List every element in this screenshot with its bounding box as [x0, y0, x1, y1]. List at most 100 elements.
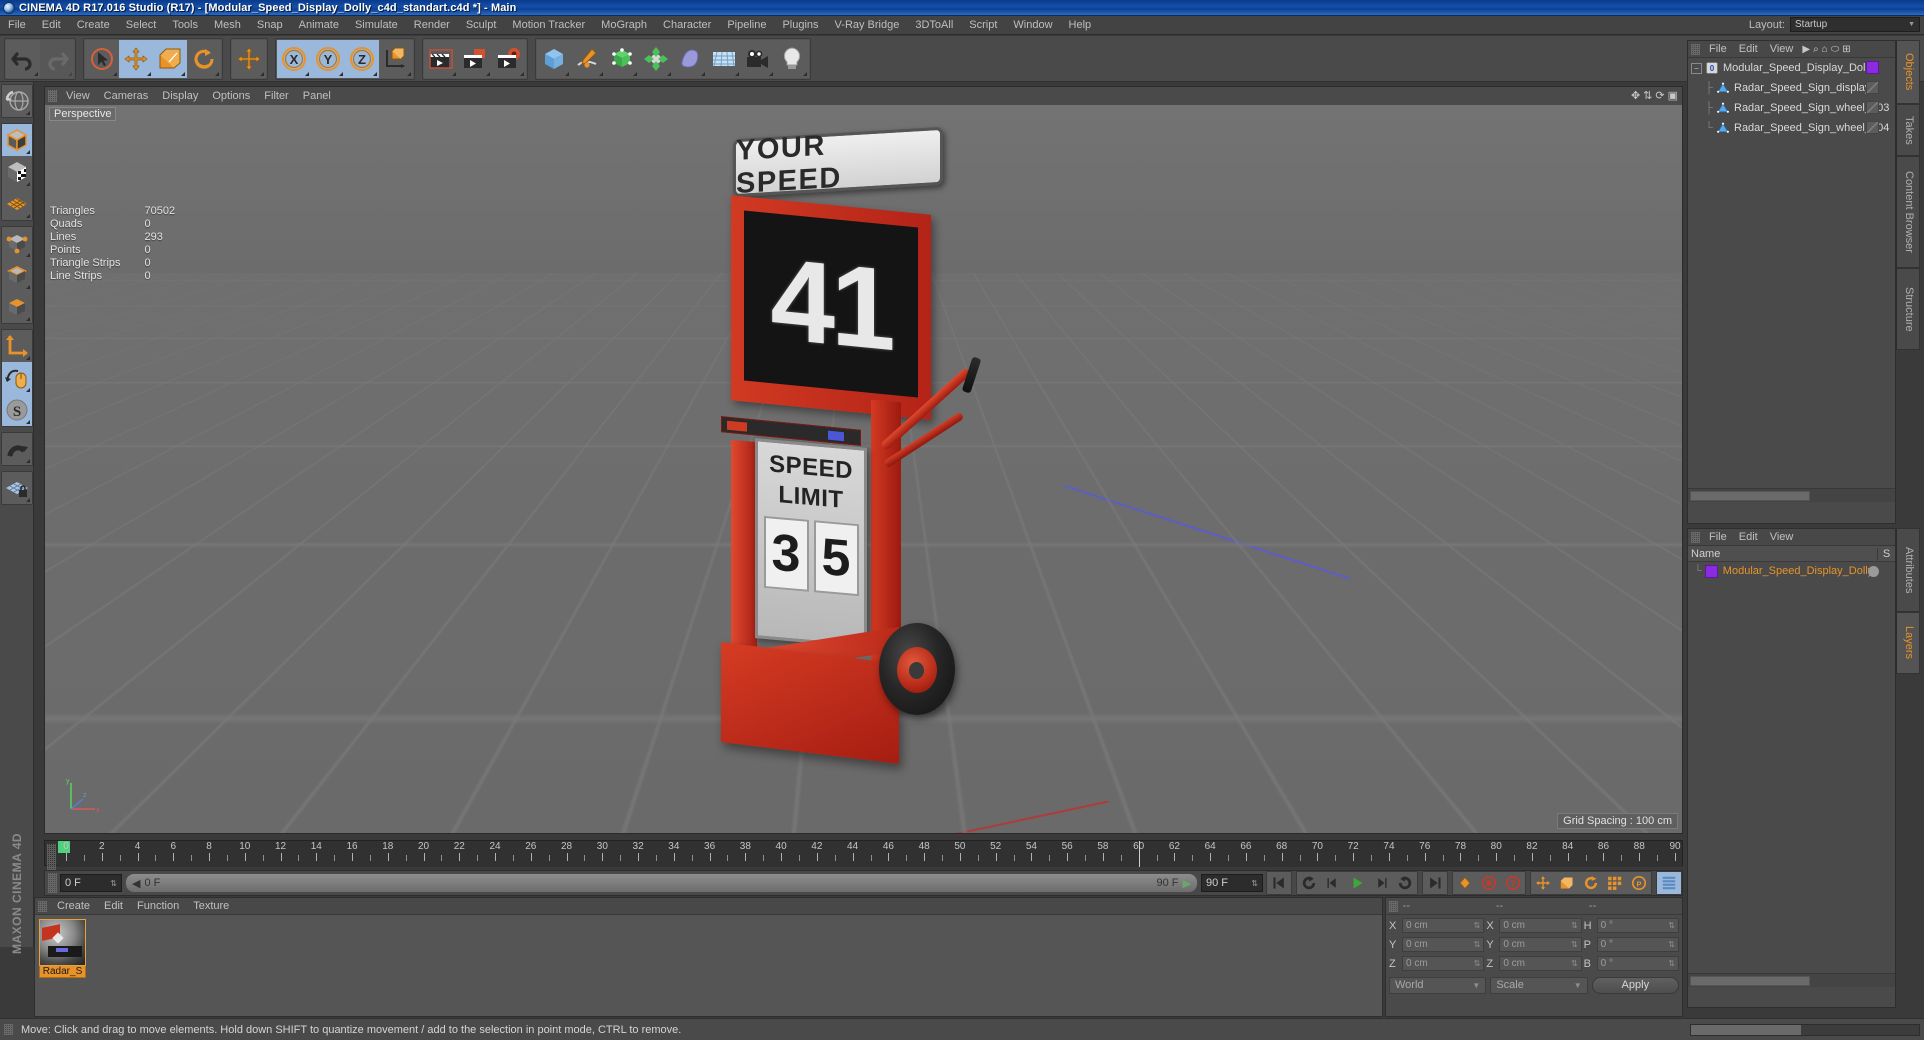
panel-grip-icon[interactable]: [48, 90, 57, 102]
scrollbar-thumb[interactable]: [1690, 490, 1810, 501]
layer-menu-file[interactable]: File: [1703, 530, 1733, 544]
layer-row[interactable]: └ Modular_Speed_Display_Dolly: [1688, 562, 1895, 580]
modeling-axis-tool[interactable]: [232, 39, 266, 78]
spinner-icon[interactable]: ⇅: [1668, 959, 1675, 968]
dropdown-corner-icon[interactable]: [215, 71, 219, 76]
object-row[interactable]: −0 Modular_Speed_Display_Dolly: [1688, 58, 1895, 78]
object-tag-chip[interactable]: [1866, 81, 1879, 94]
menu-sculpt[interactable]: Sculpt: [458, 17, 505, 33]
viewport-undo-button[interactable]: [1, 85, 32, 117]
timeline-options-button[interactable]: [1657, 872, 1681, 894]
layer-manager-body[interactable]: └ Modular_Speed_Display_Dolly: [1688, 562, 1895, 987]
panel-grip-icon[interactable]: [1389, 900, 1398, 912]
dropdown-corner-icon[interactable]: [701, 71, 705, 76]
viewport-menu-options[interactable]: Options: [205, 89, 257, 103]
add-deformer-button[interactable]: [639, 39, 673, 78]
material-name[interactable]: Radar_S: [39, 965, 86, 978]
material-menu-texture[interactable]: Texture: [186, 899, 236, 913]
panel-grip-icon[interactable]: [1691, 43, 1700, 55]
step-forward-button[interactable]: [1369, 872, 1393, 894]
undo-button[interactable]: [6, 39, 40, 78]
material-chip[interactable]: Radar_S: [39, 919, 86, 978]
dropdown-corner-icon[interactable]: [25, 388, 30, 392]
model-mode-button[interactable]: [1, 124, 32, 156]
menu-plugins[interactable]: Plugins: [774, 17, 826, 33]
material-menu-function[interactable]: Function: [130, 899, 186, 913]
timeline-ruler[interactable]: 0 2 4 6 8 10 12 14 16 18 20 22 24 26 28 30 32 34 36 38 40 42 4…: [44, 840, 1683, 870]
menu-character[interactable]: Character: [655, 17, 719, 33]
go-to-start-button[interactable]: [1267, 872, 1291, 894]
world-object-toggle[interactable]: [379, 39, 413, 78]
dropdown-corner-icon[interactable]: [735, 71, 739, 76]
position-key-button[interactable]: [1531, 872, 1555, 894]
menu-edit[interactable]: Edit: [34, 17, 69, 33]
dropdown-corner-icon[interactable]: [25, 253, 30, 257]
x-axis-lock[interactable]: X: [277, 39, 311, 78]
dropdown-corner-icon[interactable]: [113, 71, 117, 76]
add-scene-object-button[interactable]: [673, 39, 707, 78]
panel-grip-icon[interactable]: [38, 900, 47, 912]
move-tool[interactable]: [119, 39, 153, 78]
menu-pipeline[interactable]: Pipeline: [719, 17, 774, 33]
dropdown-corner-icon[interactable]: [25, 498, 30, 502]
keyframe-selection-button[interactable]: ?: [1501, 872, 1525, 894]
play-button[interactable]: [1345, 872, 1369, 894]
menu-mograph[interactable]: MoGraph: [593, 17, 655, 33]
points-mode-button[interactable]: [1, 227, 32, 259]
spinner-icon[interactable]: ⇅: [1571, 959, 1578, 968]
add-light-button[interactable]: [775, 39, 809, 78]
tab-attributes[interactable]: Attributes: [1896, 528, 1920, 612]
object-row[interactable]: ├ Radar_Speed_Sign_display: [1688, 78, 1895, 98]
z-axis-lock[interactable]: Z: [345, 39, 379, 78]
timeline-playhead[interactable]: [1138, 841, 1140, 867]
pan-icon[interactable]: ✥: [1631, 89, 1640, 102]
add-camera-button[interactable]: [741, 39, 775, 78]
spinner-icon[interactable]: ⇅: [110, 879, 117, 888]
size-y-field[interactable]: 0 cm ⇅: [1499, 937, 1582, 952]
menu-v-ray-bridge[interactable]: V-Ray Bridge: [827, 17, 908, 33]
dropdown-corner-icon[interactable]: [68, 71, 72, 76]
spinner-icon[interactable]: ⇅: [1474, 921, 1481, 930]
dropdown-corner-icon[interactable]: [147, 71, 151, 76]
dropdown-corner-icon[interactable]: [260, 71, 264, 76]
menu-simulate[interactable]: Simulate: [347, 17, 406, 33]
soft-selection-button[interactable]: S: [1, 394, 32, 426]
add-cube-button[interactable]: [537, 39, 571, 78]
dropdown-corner-icon[interactable]: [599, 71, 603, 76]
axis-mode-button[interactable]: [1, 330, 32, 362]
position-y-field[interactable]: 0 cm ⇅: [1402, 937, 1485, 952]
add-spline-button[interactable]: [571, 39, 605, 78]
enable-axis-button[interactable]: [1, 362, 32, 394]
layout-dropdown[interactable]: Startup ▼: [1790, 17, 1920, 32]
render-view-button[interactable]: [424, 39, 458, 78]
step-back-button[interactable]: [1321, 872, 1345, 894]
material-menu-create[interactable]: Create: [50, 899, 97, 913]
dropdown-corner-icon[interactable]: [25, 420, 30, 424]
scrollbar-thumb[interactable]: [1691, 1024, 1801, 1035]
viewport-menu-filter[interactable]: Filter: [257, 89, 295, 103]
tab-takes[interactable]: Takes: [1896, 104, 1920, 156]
live-selection-tool[interactable]: [85, 39, 119, 78]
spinner-icon[interactable]: ⇅: [1251, 879, 1258, 888]
menu-animate[interactable]: Animate: [291, 17, 347, 33]
panel-grip-icon[interactable]: [48, 873, 57, 893]
menu-3dtoall[interactable]: 3DToAll: [907, 17, 961, 33]
menu-snap[interactable]: Snap: [249, 17, 291, 33]
object-manager-hscrollbar[interactable]: [1688, 488, 1895, 502]
panel-grip-icon[interactable]: [47, 844, 56, 870]
dropdown-corner-icon[interactable]: [25, 111, 30, 115]
plus-icon[interactable]: ⊞: [1842, 44, 1850, 55]
dropdown-corner-icon[interactable]: [25, 150, 30, 154]
material-manager-body[interactable]: Radar_S: [35, 915, 1382, 1016]
rotation-h-field[interactable]: 0 ° ⇅: [1596, 918, 1679, 933]
layer-manager-hscrollbar[interactable]: [1688, 973, 1895, 987]
spinner-icon[interactable]: ⇅: [1474, 940, 1481, 949]
maximize-icon[interactable]: ▣: [1668, 89, 1678, 102]
apply-button[interactable]: Apply: [1591, 976, 1679, 994]
viewport-menu-view[interactable]: View: [59, 89, 97, 103]
object-menu-edit[interactable]: Edit: [1733, 42, 1764, 56]
material-menu-edit[interactable]: Edit: [97, 899, 130, 913]
dropdown-corner-icon[interactable]: [181, 71, 185, 76]
dropdown-corner-icon[interactable]: [769, 71, 773, 76]
spinner-icon[interactable]: ⇅: [1474, 959, 1481, 968]
